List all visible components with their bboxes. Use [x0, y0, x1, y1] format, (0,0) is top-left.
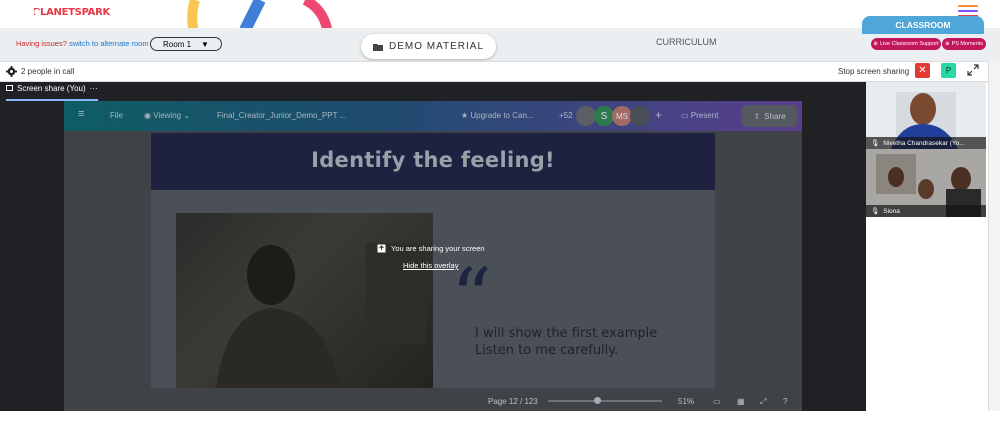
eye-icon: ◉	[144, 111, 151, 120]
ps-moments-button[interactable]: ⊕ PS Moments	[942, 38, 986, 50]
ps-moments-label: PS Moments	[951, 41, 984, 47]
participant-badge[interactable]: P	[941, 63, 956, 78]
present-label: Present	[690, 111, 719, 120]
stop-sharing-label: Stop screen sharing	[838, 67, 910, 76]
avatar[interactable]: MS	[612, 106, 632, 126]
zoom-slider-knob[interactable]	[594, 397, 601, 404]
scrollbar[interactable]	[988, 61, 1000, 411]
crown-icon: ★	[461, 111, 469, 120]
present-screen-icon	[377, 244, 386, 253]
file-menu[interactable]: File	[110, 111, 123, 120]
collaborator-count: +52	[559, 111, 573, 120]
participant-name-bar: 🎙 Siona	[866, 205, 986, 217]
notes-icon[interactable]: ▭	[713, 397, 721, 406]
zoom-slider[interactable]	[548, 400, 662, 402]
present-icon: ▭	[681, 111, 689, 120]
chevron-down-icon: ⌄	[183, 111, 191, 120]
slide-text: I will show the first example Listen to …	[475, 325, 657, 359]
avatar[interactable]	[576, 106, 596, 126]
upload-icon: ⇪	[753, 111, 761, 121]
help-icon[interactable]: ?	[783, 397, 787, 406]
share-tab-bar	[0, 82, 866, 101]
close-icon: ✕	[918, 65, 927, 76]
microphone-icon: 🎙	[871, 140, 880, 147]
plus-circle-icon: ⊕	[944, 41, 950, 47]
page-indicator: Page 12 / 123	[488, 397, 538, 406]
slide-line-2: Listen to me carefully.	[475, 343, 619, 358]
bottom-toolbar	[0, 411, 1000, 423]
menu-icon[interactable]: ≡	[78, 108, 84, 120]
viewing-dropdown[interactable]: ◉ Viewing ⌄	[144, 111, 190, 120]
live-support-button[interactable]: ⊕ Live Classroom Support	[871, 38, 941, 50]
live-support-label: Live Classroom Support	[879, 41, 939, 47]
room-select-value: Room 1	[163, 39, 192, 49]
screen-share-label: Screen share (You)	[17, 84, 86, 93]
room-select[interactable]: Room 1 ▼	[150, 37, 222, 51]
curriculum-tab[interactable]: CURRICULUM	[656, 37, 717, 47]
person-silhouette	[216, 243, 426, 389]
alternate-room-link[interactable]: switch to alternate room	[69, 39, 149, 48]
viewing-label: Viewing	[153, 111, 182, 120]
participant-video[interactable]: 🎙 Nivetha Chandrasekar (Yo...	[866, 82, 986, 149]
avatar[interactable]: S	[594, 106, 614, 126]
issues-text: Having issues? switch to alternate room	[16, 39, 149, 48]
hide-overlay-link[interactable]: Hide this overlay	[403, 261, 458, 270]
people-count: 2 people in call	[21, 67, 75, 76]
participant-name: Siona	[883, 207, 900, 215]
planetspark-logo[interactable]: PLANETSPARK	[30, 3, 110, 21]
present-button[interactable]: ▭ Present	[681, 111, 718, 120]
stop-sharing-button[interactable]: ✕	[915, 63, 930, 78]
grid-view-icon[interactable]: ▦	[737, 397, 745, 406]
logo-text: PLANETSPARK	[33, 6, 110, 18]
top-bar	[0, 0, 1000, 28]
slide-line-1: I will show the first example	[475, 326, 658, 341]
overlay-message-text: You are sharing your screen	[391, 244, 485, 253]
sharing-overlay-message: You are sharing your screen	[377, 244, 485, 253]
upgrade-button[interactable]: ★ Upgrade to Can...	[461, 111, 534, 120]
slide-photo	[176, 213, 433, 389]
plus-circle-icon: ⊕	[873, 41, 878, 47]
screen-icon	[6, 85, 13, 91]
participant-name: Nivetha Chandrasekar (Yo...	[883, 139, 965, 147]
gear-icon[interactable]	[6, 66, 17, 77]
participant-video[interactable]: 🎙 Siona	[866, 149, 986, 217]
demo-material-label: DEMO MATERIAL	[388, 41, 485, 52]
share-button[interactable]: ⇪ Share	[742, 105, 797, 127]
zoom-level[interactable]: 51%	[678, 397, 694, 406]
fullscreen-icon[interactable]	[967, 64, 979, 76]
upgrade-label: Upgrade to Can...	[470, 111, 534, 120]
more-options-icon[interactable]: ···	[90, 84, 98, 93]
avatar[interactable]	[630, 106, 650, 126]
share-label: Share	[764, 111, 786, 121]
microphone-icon: 🎙	[871, 208, 880, 215]
screen-share-tab[interactable]: Screen share (You) ···	[6, 84, 98, 93]
participant-name-bar: 🎙 Nivetha Chandrasekar (Yo...	[866, 137, 986, 149]
demo-material-button[interactable]: DEMO MATERIAL	[361, 34, 496, 59]
document-name[interactable]: Final_Creator_Junior_Demo_PPT ...	[217, 111, 346, 120]
chevron-down-icon: ▼	[201, 39, 209, 49]
fullscreen-icon[interactable]: ⤢	[760, 397, 766, 407]
folder-icon	[372, 43, 383, 51]
add-collaborator-icon[interactable]: +	[655, 108, 662, 122]
slide-title: Identify the feeling!	[311, 148, 555, 172]
classroom-tab[interactable]: CLASSROOM	[862, 16, 984, 34]
